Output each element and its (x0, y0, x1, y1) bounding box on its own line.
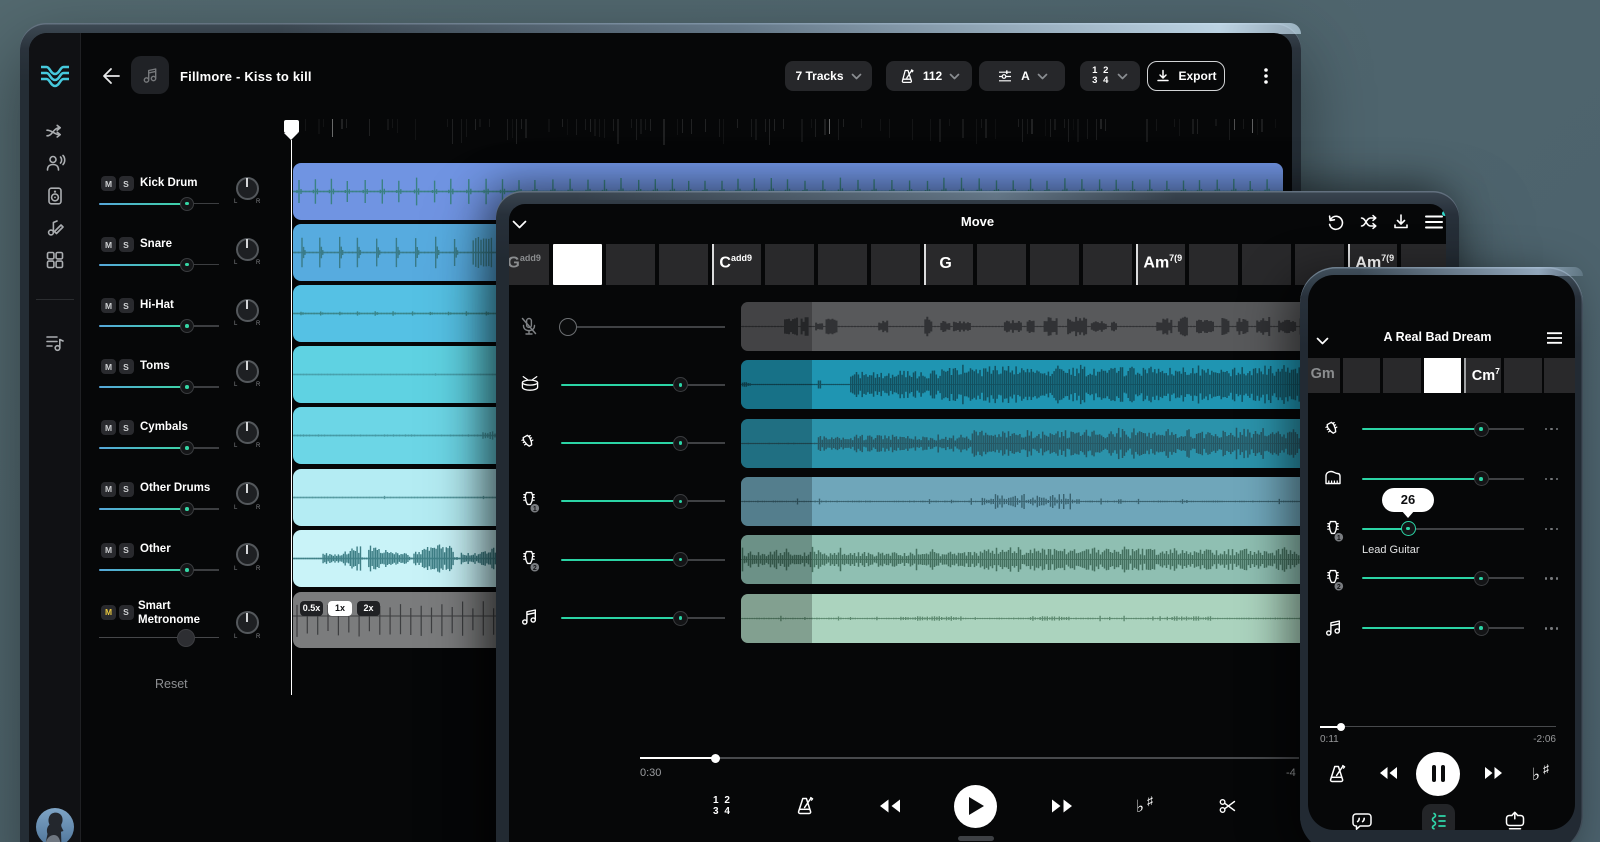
svg-text:2: 2 (1337, 584, 1341, 591)
svg-text:♯: ♯ (1147, 794, 1153, 808)
svg-text:♯: ♯ (1543, 762, 1549, 776)
svg-text:2: 2 (533, 565, 537, 572)
svg-text:♭: ♭ (1136, 797, 1144, 816)
svg-text:1: 1 (533, 506, 537, 513)
svg-text:1: 1 (1337, 534, 1341, 541)
svg-text:♭: ♭ (1532, 765, 1540, 784)
